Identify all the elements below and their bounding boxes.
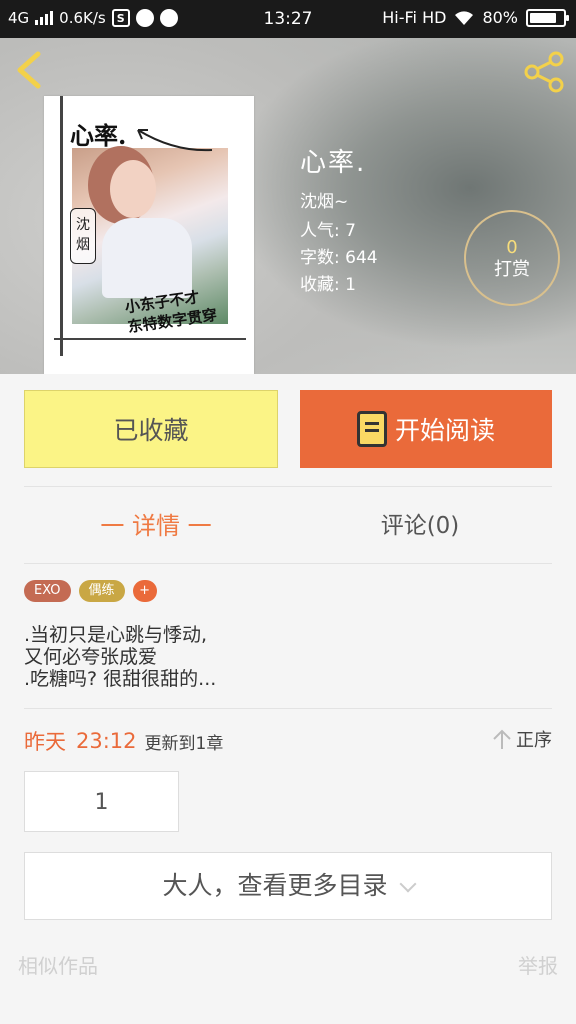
book-favorites: 收藏: 1	[300, 275, 356, 295]
sort-order-button[interactable]: 正序	[492, 726, 552, 752]
cover-tag: 沈烟	[70, 208, 96, 264]
status-right: Hi-Fi HD 80%	[382, 8, 569, 27]
collect-button[interactable]: 已收藏	[24, 390, 278, 468]
tip-count: 0	[506, 237, 518, 258]
start-reading-label: 开始阅读	[394, 416, 495, 445]
similar-works-label: 相似作品	[18, 954, 98, 978]
sort-order-label: 正序	[516, 730, 552, 751]
add-tag-button[interactable]: +	[132, 580, 157, 602]
update-text: 更新到1章	[144, 733, 224, 754]
chevron-down-icon	[399, 875, 416, 893]
wifi-icon	[455, 10, 474, 25]
hifi-label: Hi-Fi HD	[382, 8, 447, 27]
book-popularity: 人气: 7	[300, 221, 356, 241]
chevron-left-icon	[17, 51, 41, 89]
book-cover[interactable]: 心率. 沈烟 小东子不才 东特数字贯穿	[44, 96, 254, 374]
cover-decor-line	[54, 338, 246, 340]
collect-label: 已收藏	[113, 416, 189, 445]
book-info: 心率. 沈烟~ 人气: 7 字数: 644 收藏: 1	[300, 142, 378, 299]
update-row: 昨天 23:12 更新到1章 正序	[24, 724, 552, 758]
divider	[24, 563, 552, 564]
cover-figure-shirt	[102, 218, 192, 298]
battery-level	[530, 12, 556, 23]
book-author[interactable]: 沈烟~	[300, 187, 378, 212]
tab-detail[interactable]: 一 详情 一	[24, 500, 288, 552]
battery-icon	[526, 8, 569, 27]
tag-ouxl[interactable]: 偶练	[78, 580, 125, 602]
cover-figure-face	[110, 160, 156, 218]
start-reading-button[interactable]: 开始阅读	[300, 390, 552, 468]
share-button[interactable]	[522, 50, 566, 94]
divider	[24, 708, 552, 709]
status-bar: 4G 0.6K/s S 13:27 Hi-Fi HD 80%	[0, 0, 576, 38]
tip-button[interactable]: 0 打赏	[464, 210, 560, 306]
book-description: .当初只是心跳与悸动, 又何必夸张成爱 .吃糖吗? 很甜很甜的...	[24, 624, 217, 690]
tag-list: EXO 偶练 +	[24, 580, 157, 602]
back-button[interactable]	[12, 50, 48, 90]
more-catalog-label: 大人，查看更多目录	[162, 871, 388, 900]
report-button[interactable]: 举报	[518, 950, 558, 979]
chapter-item[interactable]: 1	[24, 771, 179, 832]
book-word-count: 字数: 644	[300, 248, 378, 268]
share-icon	[524, 51, 564, 93]
divider	[24, 486, 552, 487]
tip-label: 打赏	[494, 259, 530, 280]
arrow-up-icon	[493, 729, 511, 749]
cover-title: 心率.	[70, 121, 127, 150]
book-title: 心率.	[300, 148, 367, 178]
cover-decor-line	[60, 96, 63, 356]
battery-percent: 80%	[482, 8, 518, 27]
update-time: 23:12	[76, 729, 137, 753]
cover-arrow-icon	[137, 129, 213, 152]
tag-exo[interactable]: EXO	[24, 580, 71, 602]
update-day: 昨天	[24, 730, 66, 754]
book-header: 心率. 沈烟 小东子不才 东特数字贯穿 心率. 沈烟~ 人气: 7 字数: 64…	[0, 38, 576, 374]
tab-comment[interactable]: 评论(0)	[288, 500, 552, 552]
book-icon	[356, 411, 387, 447]
more-catalog-button[interactable]: 大人，查看更多目录	[24, 852, 552, 920]
